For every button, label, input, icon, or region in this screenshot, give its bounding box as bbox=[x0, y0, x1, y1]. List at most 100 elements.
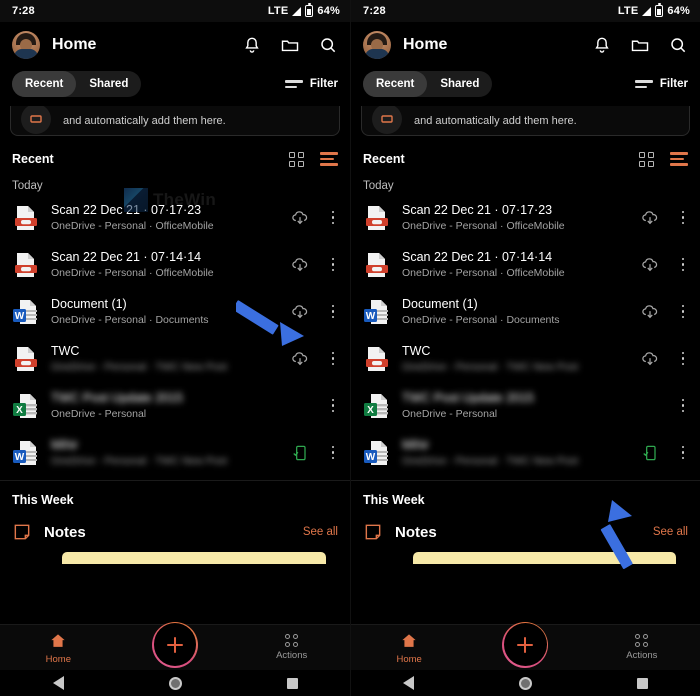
offline-available-icon[interactable] bbox=[637, 443, 663, 463]
search-icon[interactable] bbox=[318, 35, 338, 55]
cloud-download-icon[interactable] bbox=[287, 302, 313, 322]
android-recents-icon-2[interactable] bbox=[636, 677, 648, 689]
android-home-icon-2[interactable] bbox=[518, 676, 532, 690]
more-options-icon[interactable] bbox=[324, 445, 342, 460]
offline-available-icon[interactable] bbox=[287, 443, 313, 463]
more-options-icon[interactable] bbox=[674, 210, 692, 225]
file-meta: Scan 22 Dec 21 · 07·14·14 OneDrive - Pers… bbox=[402, 250, 626, 279]
more-options-icon[interactable] bbox=[674, 257, 692, 272]
notes-see-all[interactable]: See all bbox=[303, 526, 338, 538]
bottom-navigation-2: Home Actions bbox=[351, 621, 700, 670]
file-name: Mihir bbox=[51, 438, 79, 452]
tab-row-2: Recent Shared Filter bbox=[351, 68, 700, 100]
svg-text:W: W bbox=[15, 452, 25, 463]
more-options-icon[interactable] bbox=[324, 210, 342, 225]
more-options-icon[interactable] bbox=[324, 351, 342, 366]
grid-view-icon-2[interactable] bbox=[639, 151, 654, 167]
file-row[interactable]: Scan 22 Dec 21 · 07·17·23 OneDrive - Pers… bbox=[351, 194, 700, 241]
cloud-download-icon[interactable] bbox=[287, 255, 313, 275]
recent-title-2: Recent bbox=[363, 152, 405, 166]
tab-recent-2[interactable]: Recent bbox=[363, 71, 428, 97]
filter-button-2[interactable]: Filter bbox=[634, 78, 688, 90]
status-time: 7:28 bbox=[12, 5, 35, 17]
file-name: Scan 22 Dec 21 · 07·17·23 bbox=[402, 203, 553, 217]
more-options-icon[interactable] bbox=[674, 304, 692, 319]
svg-text:W: W bbox=[366, 452, 376, 463]
nav-actions-2[interactable]: Actions bbox=[584, 634, 700, 661]
file-row[interactable]: Scan 22 Dec 21 · 07·14·14 OneDrive - Pers… bbox=[0, 241, 350, 288]
file-row[interactable]: TWC OneDrive - Personal · TWC New Post bbox=[0, 335, 350, 382]
add-button[interactable] bbox=[152, 621, 198, 668]
android-home-icon[interactable] bbox=[168, 676, 182, 690]
sticky-note-icon-2 bbox=[363, 522, 383, 542]
grid-view-icon[interactable] bbox=[289, 151, 304, 167]
cloud-download-icon[interactable] bbox=[637, 208, 663, 228]
promo-card-2[interactable]: and automatically add them here. bbox=[361, 106, 690, 136]
watermark-text: TheWin bbox=[153, 190, 217, 209]
notes-row-2[interactable]: Notes See all bbox=[351, 515, 700, 549]
note-card-preview-2[interactable] bbox=[413, 552, 676, 564]
nav-actions[interactable]: Actions bbox=[233, 634, 350, 661]
file-subtitle: OneDrive - Personal · Documents bbox=[402, 314, 560, 326]
cloud-download-icon[interactable] bbox=[287, 349, 313, 369]
nav-home-2[interactable]: Home bbox=[351, 631, 467, 665]
file-row[interactable]: TWC OneDrive - Personal · TWC New Post bbox=[351, 335, 700, 382]
nav-home[interactable]: Home bbox=[0, 631, 117, 665]
file-row[interactable]: X TWC Post Update 2015 OneDrive - Personal bbox=[351, 382, 700, 429]
android-back-icon[interactable] bbox=[52, 676, 64, 690]
battery-icon bbox=[305, 3, 314, 17]
add-button-2[interactable] bbox=[502, 621, 549, 668]
file-meta: TWC Post Update 2015 OneDrive - Personal bbox=[51, 391, 276, 420]
folder-icon[interactable] bbox=[280, 35, 300, 55]
file-row[interactable]: X TWC Post Update 2015 OneDrive - Personal bbox=[0, 382, 350, 429]
file-row[interactable]: W Document (1) OneDrive - Personal · Docum… bbox=[0, 288, 350, 335]
more-options-icon[interactable] bbox=[324, 398, 342, 413]
more-options-icon[interactable] bbox=[324, 304, 342, 319]
notes-row[interactable]: Notes See all bbox=[0, 515, 350, 549]
filter-button[interactable]: Filter bbox=[284, 78, 338, 90]
list-view-icon-2[interactable] bbox=[670, 152, 688, 166]
pdf-file-icon bbox=[12, 251, 40, 279]
tab-recent[interactable]: Recent bbox=[12, 71, 77, 97]
file-row[interactable]: W Mihir OneDrive - Personal · TWC New Post bbox=[0, 429, 350, 476]
bell-icon-2[interactable] bbox=[592, 35, 612, 55]
bell-icon[interactable] bbox=[242, 35, 262, 55]
avatar-2[interactable] bbox=[363, 31, 391, 59]
android-back-icon-2[interactable] bbox=[403, 676, 415, 690]
pdf-file-icon bbox=[12, 345, 40, 373]
svg-text:X: X bbox=[16, 405, 23, 416]
more-options-icon[interactable] bbox=[674, 351, 692, 366]
app-bar: Home bbox=[0, 22, 350, 68]
cloud-download-icon[interactable] bbox=[637, 255, 663, 275]
folder-icon-2[interactable] bbox=[630, 35, 650, 55]
file-meta: TWC Post Update 2015 OneDrive - Personal bbox=[402, 391, 626, 420]
search-icon-2[interactable] bbox=[668, 35, 688, 55]
more-options-icon[interactable] bbox=[674, 398, 692, 413]
notes-title: Notes bbox=[44, 523, 86, 541]
cloud-download-icon[interactable] bbox=[637, 349, 663, 369]
file-row[interactable]: W Mihir OneDrive - Personal · TWC New Post bbox=[351, 429, 700, 476]
file-subtitle: OneDrive - Personal · TWC New Post bbox=[51, 361, 228, 373]
promo-card[interactable]: and automatically add them here. bbox=[10, 106, 340, 136]
file-name: Document (1) bbox=[51, 297, 127, 311]
notes-see-all-2[interactable]: See all bbox=[653, 526, 688, 538]
tab-shared-2[interactable]: Shared bbox=[427, 71, 492, 97]
file-row[interactable]: W Document (1) OneDrive - Personal · Docum… bbox=[351, 288, 700, 335]
status-network-2: LTE bbox=[617, 5, 639, 17]
list-view-icon[interactable] bbox=[320, 152, 338, 166]
avatar[interactable] bbox=[12, 31, 40, 59]
group-label-this-week: This Week bbox=[12, 493, 74, 507]
segmented-control-2[interactable]: Recent Shared bbox=[363, 71, 493, 97]
android-recents-icon[interactable] bbox=[286, 677, 298, 689]
tab-shared[interactable]: Shared bbox=[76, 71, 141, 97]
cloud-download-icon[interactable] bbox=[637, 302, 663, 322]
filter-label-2: Filter bbox=[659, 78, 688, 90]
file-row[interactable]: Scan 22 Dec 21 · 07·14·14 OneDrive - Pers… bbox=[351, 241, 700, 288]
segmented-control[interactable]: Recent Shared bbox=[12, 71, 142, 97]
cloud-download-icon[interactable] bbox=[287, 208, 313, 228]
more-options-icon[interactable] bbox=[674, 445, 692, 460]
pdf-file-icon bbox=[363, 251, 391, 279]
file-name: TWC bbox=[402, 344, 431, 358]
note-card-preview[interactable] bbox=[62, 552, 326, 564]
more-options-icon[interactable] bbox=[324, 257, 342, 272]
